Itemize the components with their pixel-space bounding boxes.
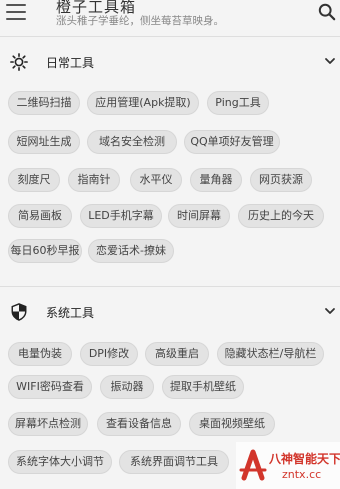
tool-chip[interactable]: QQ单项好友管理 — [184, 130, 280, 154]
search-icon[interactable] — [318, 3, 336, 21]
tool-chip[interactable]: 每日60秒早报 — [8, 239, 82, 263]
tool-chip[interactable]: DPI修改 — [80, 342, 138, 366]
chevron-down-icon[interactable] — [324, 55, 336, 67]
tool-chip[interactable]: LED手机字幕 — [80, 204, 162, 228]
tool-chip[interactable]: WIFI密码查看 — [8, 375, 92, 399]
tool-chip[interactable]: 恋爱话术-撩妹 — [88, 239, 174, 263]
watermark: 八神智能天下 zntx.cc — [236, 442, 340, 489]
tool-chip[interactable]: 水平仪 — [130, 168, 182, 192]
tool-chip[interactable]: 提取手机壁纸 — [162, 375, 244, 399]
tool-chip[interactable]: 刻度尺 — [8, 168, 60, 192]
tool-chip[interactable]: 网页获源 — [250, 168, 312, 192]
divider — [0, 286, 340, 287]
section-title: 日常工具 — [46, 56, 95, 70]
app-bar: 橙子工具箱 涨头稚子学垂纶，侧坐莓苔草映身。 — [0, 0, 340, 34]
tool-chip[interactable]: 时间屏幕 — [168, 204, 230, 228]
tool-chip[interactable]: 系统字体大小调节 — [8, 450, 112, 474]
shield-icon — [11, 303, 27, 321]
tool-chip[interactable]: 系统界面调节工具 — [119, 450, 229, 474]
sun-icon — [10, 53, 28, 71]
section-header-daily-tools[interactable]: 日常工具 — [0, 48, 340, 78]
tool-chip[interactable]: 二维码扫描 — [8, 91, 80, 115]
section-title: 系统工具 — [46, 306, 95, 320]
watermark-url: zntx.cc — [282, 468, 322, 481]
watermark-text: 八神智能天下 — [269, 452, 340, 466]
tool-chip[interactable]: 量角器 — [190, 168, 242, 192]
app-subtitle: 涨头稚子学垂纶，侧坐莓苔草映身。 — [56, 15, 224, 27]
tool-chip[interactable]: Ping工具 — [207, 91, 269, 115]
tool-chip[interactable]: 电量伪装 — [8, 342, 72, 366]
tool-chip[interactable]: 隐藏状态栏/导航栏 — [217, 342, 324, 366]
tool-chip[interactable]: 查看设备信息 — [97, 412, 181, 436]
tool-chip[interactable]: 屏幕坏点检测 — [8, 412, 88, 436]
tool-chip[interactable]: 应用管理(Apk提取) — [87, 91, 199, 115]
menu-icon[interactable] — [6, 4, 26, 20]
tool-chip[interactable]: 桌面视频壁纸 — [189, 412, 275, 436]
tool-chip[interactable]: 高级重启 — [145, 342, 209, 366]
tool-chip[interactable]: 域名安全检测 — [87, 130, 177, 154]
divider — [0, 36, 340, 37]
tool-chip[interactable]: 简易画板 — [8, 204, 72, 228]
section-header-system-tools[interactable]: 系统工具 — [0, 298, 340, 328]
tool-chip[interactable]: 振动器 — [100, 375, 154, 399]
watermark-logo-icon — [239, 449, 267, 481]
tool-chip[interactable]: 短网址生成 — [8, 130, 80, 154]
tool-chip[interactable]: 指南针 — [68, 168, 120, 192]
chevron-down-icon[interactable] — [324, 305, 336, 317]
tool-chip[interactable]: 历史上的今天 — [238, 204, 324, 228]
